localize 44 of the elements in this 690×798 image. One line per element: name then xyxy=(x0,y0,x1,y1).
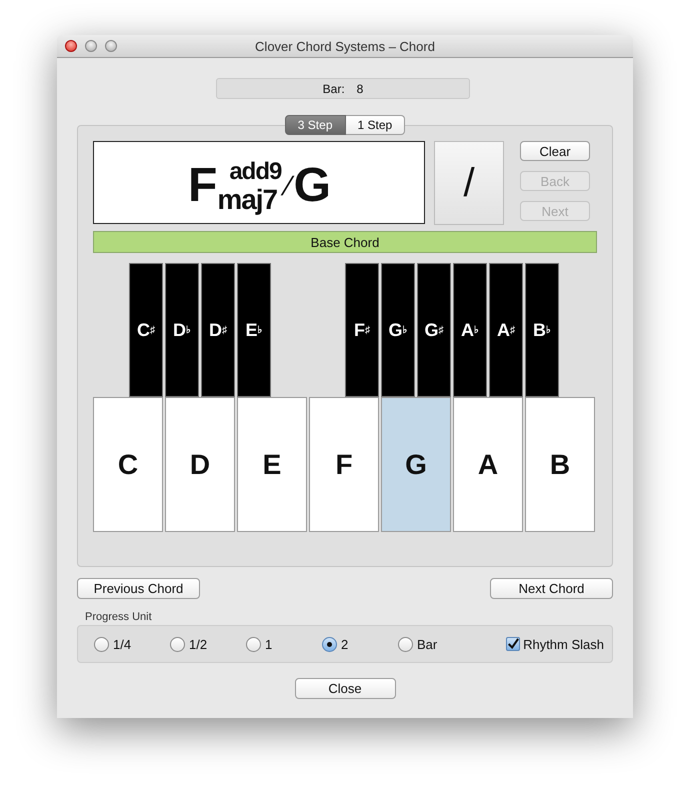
step-button[interactable]: Clear xyxy=(520,141,590,161)
chord-bass: G xyxy=(294,161,330,211)
radio-button[interactable] xyxy=(322,636,337,652)
radio-option[interactable]: 2 xyxy=(322,636,398,652)
radio-option[interactable]: 1/4 xyxy=(94,636,170,652)
radio-option[interactable]: 1 xyxy=(246,636,322,652)
natural-key[interactable]: F xyxy=(309,397,379,532)
chord-nav-button[interactable]: Previous Chord xyxy=(77,578,200,599)
minimize-window-icon[interactable] xyxy=(85,40,97,52)
chord-nav-button[interactable]: Next Chord xyxy=(490,578,613,599)
step-tab[interactable]: 1 Step xyxy=(346,115,406,135)
group-label: Progress Unit xyxy=(85,611,153,623)
accidental-key[interactable]: D$^{♯}$ xyxy=(201,263,235,397)
accidental-key[interactable]: A$^{♯}$ xyxy=(489,263,523,397)
radio-option[interactable]: 1/2 xyxy=(170,636,246,652)
close-window-icon[interactable] xyxy=(65,40,77,52)
natural-key[interactable]: C xyxy=(93,397,163,532)
close-button[interactable]: Close xyxy=(294,678,396,699)
radio-button[interactable] xyxy=(170,636,185,652)
rhythm-slash-checkbox[interactable]: Rhythm Slash xyxy=(506,636,604,652)
radio-option[interactable]: Bar xyxy=(398,636,474,652)
natural-key[interactable]: G xyxy=(381,397,451,532)
bar-value: 8 xyxy=(356,82,364,96)
zoom-window-icon[interactable] xyxy=(105,40,117,52)
natural-key[interactable]: D xyxy=(165,397,235,532)
natural-key[interactable]: B xyxy=(525,397,595,532)
chord-slash: ⁄ xyxy=(281,167,294,207)
chord-tension: add9 xyxy=(229,160,282,184)
natural-key[interactable]: E xyxy=(237,397,307,532)
bar-label: Bar: xyxy=(322,82,345,96)
chord-root: F xyxy=(188,161,216,211)
step-tab[interactable]: 3 Step xyxy=(284,115,346,135)
slash-button[interactable]: / xyxy=(434,141,504,225)
accidental-key[interactable]: C$^{♯}$ xyxy=(129,263,163,397)
radio-button[interactable] xyxy=(398,636,413,652)
accidental-key[interactable]: F$^{♯}$ xyxy=(345,263,379,397)
radio-button[interactable] xyxy=(94,636,109,652)
natural-key[interactable]: A xyxy=(453,397,523,532)
stage-bar: Base Chord xyxy=(93,231,597,253)
radio-button[interactable] xyxy=(246,636,261,652)
checkbox[interactable] xyxy=(506,637,520,651)
accidental-key[interactable]: G$^{♯}$ xyxy=(417,263,451,397)
window-title: Clover Chord Systems – Chord xyxy=(254,38,436,54)
chord-quality: maj7 xyxy=(217,184,278,216)
